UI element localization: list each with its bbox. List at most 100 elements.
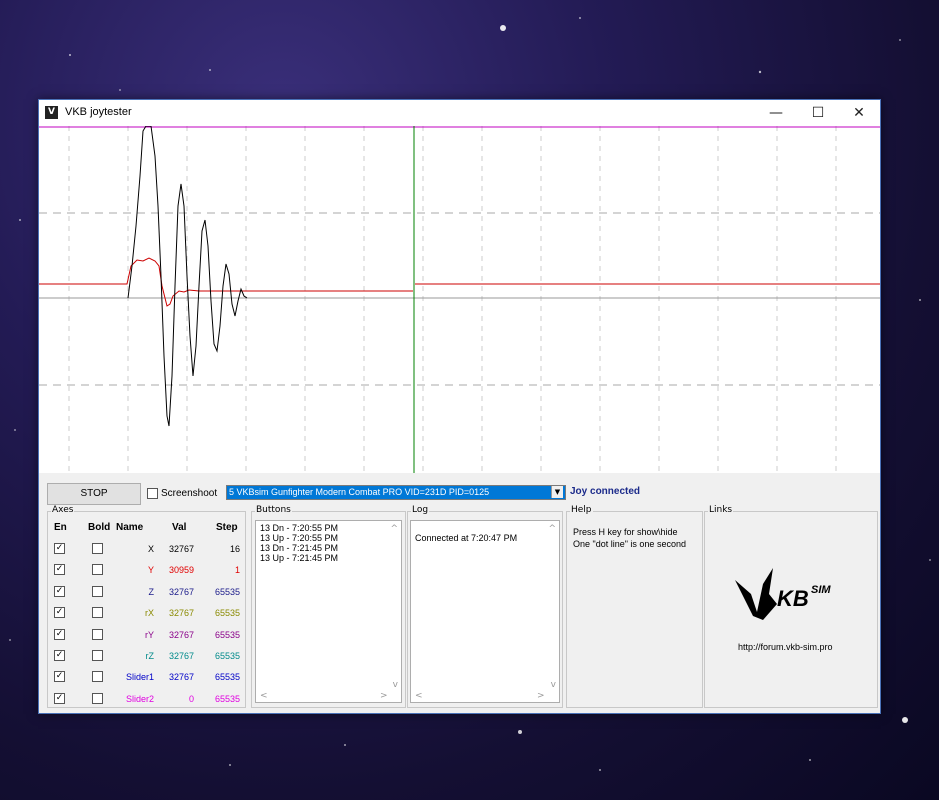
axis-bold-checkbox[interactable] bbox=[92, 564, 103, 576]
minimize-button[interactable]: — bbox=[755, 100, 797, 126]
button-event-item[interactable]: 13 Up - 7:20:55 PM bbox=[260, 533, 397, 543]
axis-enable-checkbox[interactable]: ✓ bbox=[54, 607, 65, 619]
axis-step: 65535 bbox=[214, 672, 240, 683]
joytester-window: V VKB joytester — ☐ ✕ STOP Screenshoot 5… bbox=[38, 99, 881, 714]
axis-enable-checkbox[interactable]: ✓ bbox=[54, 692, 65, 704]
help-line-1: Press H key for show\hide bbox=[573, 527, 678, 537]
log-group: Log Connected at 7:20:47 PM ^ v < > bbox=[407, 505, 563, 708]
axis-bold-checkbox[interactable] bbox=[92, 692, 103, 704]
help-group: Help Press H key for show\hide One "dot … bbox=[566, 505, 703, 708]
log-group-label: Log bbox=[411, 505, 430, 516]
help-line-2: One "dot line" is one second bbox=[573, 539, 686, 549]
buttons-group: Buttons 13 Dn - 7:20:55 PM 13 Up - 7:20:5… bbox=[251, 505, 406, 708]
title-bar[interactable]: V VKB joytester — ☐ ✕ bbox=[39, 100, 880, 126]
axis-name: rZ bbox=[145, 651, 155, 661]
axis-name: rY bbox=[145, 629, 154, 640]
log-item[interactable]: Connected at 7:20:47 PM bbox=[415, 533, 555, 543]
buttons-event-list[interactable]: 13 Dn - 7:20:55 PM 13 Up - 7:20:55 PM 13 D… bbox=[255, 520, 402, 703]
axis-step: 1 bbox=[234, 565, 240, 576]
axis-step: 65535 bbox=[214, 693, 240, 704]
scroll-left-icon[interactable]: < bbox=[260, 691, 268, 701]
axis-value: 32767 bbox=[168, 608, 194, 619]
scroll-down-icon[interactable]: v bbox=[393, 680, 398, 690]
axis-value: 32767 bbox=[168, 544, 194, 554]
axis-value: 32767 bbox=[168, 586, 194, 597]
scroll-up-icon[interactable]: ^ bbox=[390, 524, 398, 534]
app-icon: V bbox=[45, 106, 58, 119]
scroll-right-icon[interactable]: > bbox=[537, 691, 545, 701]
header-val: Val bbox=[172, 522, 187, 533]
links-group-label: Links bbox=[708, 505, 734, 516]
vkbsim-logo[interactable]: KB SIM bbox=[733, 564, 853, 622]
axis-name: Slider2 bbox=[125, 693, 154, 704]
axis-row: ✓ Z 32767 65535 bbox=[48, 585, 245, 601]
axis-value: 32767 bbox=[168, 672, 194, 683]
axis-row: ✓ rX 32767 65535 bbox=[48, 606, 245, 622]
screenshoot-checkbox[interactable] bbox=[147, 488, 158, 499]
axis-step: 65535 bbox=[214, 651, 240, 661]
axis-name: Z bbox=[148, 586, 155, 597]
maximize-button[interactable]: ☐ bbox=[797, 100, 839, 126]
axis-name: Slider1 bbox=[125, 672, 154, 683]
window-title: VKB joytester bbox=[65, 106, 132, 118]
connection-status: Joy connected bbox=[570, 486, 641, 497]
axis-enable-checkbox[interactable]: ✓ bbox=[54, 564, 65, 576]
log-list[interactable]: Connected at 7:20:47 PM ^ v < > bbox=[410, 520, 560, 703]
axis-step: 65535 bbox=[214, 608, 240, 619]
axis-value: 30959 bbox=[168, 565, 194, 576]
scroll-left-icon[interactable]: < bbox=[415, 691, 423, 701]
buttons-group-label: Buttons bbox=[255, 505, 292, 516]
axis-row: ✓ Slider1 32767 65535 bbox=[48, 670, 245, 686]
stop-button[interactable]: STOP bbox=[47, 483, 141, 505]
axis-step: 16 bbox=[229, 544, 240, 554]
button-event-item[interactable]: 13 Dn - 7:20:55 PM bbox=[260, 523, 397, 533]
axis-name: rX bbox=[145, 608, 154, 619]
header-name: Name bbox=[116, 522, 144, 533]
screenshoot-label: Screenshoot bbox=[161, 488, 218, 499]
axis-enable-checkbox[interactable]: ✓ bbox=[54, 650, 65, 661]
axis-enable-checkbox[interactable]: ✓ bbox=[54, 585, 65, 597]
axis-trace-plot bbox=[39, 126, 880, 473]
axis-value: 32767 bbox=[168, 651, 194, 661]
scroll-up-icon[interactable]: ^ bbox=[548, 524, 556, 534]
device-select[interactable]: 5 VKBsim Gunfighter Modern Combat PRO VI… bbox=[226, 485, 566, 500]
axis-enable-checkbox[interactable]: ✓ bbox=[54, 628, 65, 640]
axes-group: Axes En Bold Name Val Step ✓ X 32767 16 ✓ Y 30… bbox=[47, 505, 246, 708]
axis-bold-checkbox[interactable] bbox=[92, 650, 103, 661]
axis-value: 32767 bbox=[168, 629, 194, 640]
forum-link[interactable]: http://forum.vkb-sim.pro bbox=[738, 642, 833, 652]
button-event-item[interactable]: 13 Dn - 7:21:45 PM bbox=[260, 543, 397, 553]
logo-text: KB bbox=[777, 586, 809, 611]
help-group-label: Help bbox=[570, 505, 593, 516]
axis-bold-checkbox[interactable] bbox=[92, 607, 103, 619]
trace-canvas bbox=[39, 126, 880, 473]
axis-name: X bbox=[147, 544, 154, 554]
axis-row: ✓ Slider2 0 65535 bbox=[48, 692, 245, 708]
axes-group-label: Axes bbox=[51, 505, 75, 516]
axis-row: ✓ rY 32767 65535 bbox=[48, 628, 245, 644]
header-bold: Bold bbox=[88, 522, 111, 533]
axis-bold-checkbox[interactable] bbox=[92, 585, 103, 597]
axis-enable-checkbox[interactable]: ✓ bbox=[54, 671, 65, 683]
axis-bold-checkbox[interactable] bbox=[92, 628, 103, 640]
axis-row: ✓ Y 30959 1 bbox=[48, 563, 245, 579]
axis-row: ✓ rZ 32767 65535 bbox=[48, 649, 245, 665]
axis-row: ✓ X 32767 16 bbox=[48, 542, 245, 558]
axis-name: Y bbox=[147, 565, 154, 576]
axis-step: 65535 bbox=[214, 586, 240, 597]
logo-sup: SIM bbox=[811, 584, 831, 596]
axis-value: 0 bbox=[188, 693, 194, 704]
eagle-logo-icon bbox=[735, 568, 777, 620]
close-button[interactable]: ✕ bbox=[838, 100, 880, 126]
chevron-down-icon[interactable]: ▼ bbox=[551, 486, 563, 498]
header-en: En bbox=[54, 522, 67, 533]
axis-bold-checkbox[interactable] bbox=[92, 543, 103, 554]
header-step: Step bbox=[216, 522, 238, 533]
axis-enable-checkbox[interactable]: ✓ bbox=[54, 543, 65, 554]
scroll-down-icon[interactable]: v bbox=[551, 680, 556, 690]
axis-step: 65535 bbox=[214, 629, 240, 640]
axis-bold-checkbox[interactable] bbox=[92, 671, 103, 683]
scroll-right-icon[interactable]: > bbox=[380, 691, 388, 701]
links-group: Links KB SIM http://forum.vkb-sim.pro bbox=[704, 505, 878, 708]
button-event-item[interactable]: 13 Up - 7:21:45 PM bbox=[260, 553, 397, 563]
